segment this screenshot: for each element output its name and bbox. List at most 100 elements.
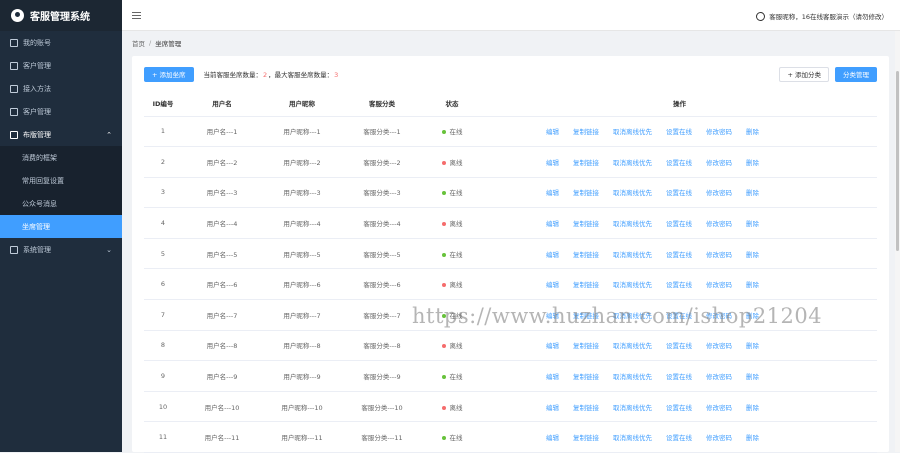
edit-link[interactable]: 编辑 (546, 128, 559, 136)
edit-link[interactable]: 编辑 (546, 220, 559, 228)
cancel-offline-priority-link[interactable]: 取消离线优先 (613, 159, 652, 167)
scrollbar-thumb[interactable] (896, 71, 899, 251)
sidebar-subitem-official-account[interactable]: 公众号消息 (0, 192, 122, 215)
sidebar-item-account[interactable]: 我的账号 (0, 31, 122, 54)
copy-link[interactable]: 复制链接 (573, 128, 599, 136)
cancel-offline-priority-link[interactable]: 取消离线优先 (613, 404, 652, 412)
cell-nickname: 用户昵称---11 (262, 421, 342, 453)
set-online-link[interactable]: 设置在线 (666, 281, 692, 289)
copy-link[interactable]: 复制链接 (573, 159, 599, 167)
cancel-offline-priority-link[interactable]: 取消离线优先 (613, 342, 652, 350)
sidebar-subitem-agent-management[interactable]: 坐席管理 (0, 215, 122, 238)
sidebar-item-customers[interactable]: 客户管理 (0, 54, 122, 77)
delete-link[interactable]: 删除 (746, 312, 759, 320)
account-icon (10, 38, 18, 47)
delete-link[interactable]: 删除 (746, 159, 759, 167)
change-password-link[interactable]: 修改密码 (706, 312, 732, 320)
sidebar-group-agent-management[interactable]: 布版管理 ⌃ (0, 123, 122, 146)
copy-link[interactable]: 复制链接 (573, 220, 599, 228)
copy-link[interactable]: 复制链接 (573, 251, 599, 259)
user-menu[interactable]: 客服昵称，16在线客服演示（请勿修改） (756, 11, 888, 21)
cell-id: 9 (144, 360, 182, 392)
add-category-button[interactable]: + 添加分类 (779, 66, 829, 82)
delete-link[interactable]: 删除 (746, 251, 759, 259)
category-manage-button[interactable]: 分类管理 (835, 66, 877, 82)
header-status: 状态 (422, 90, 482, 117)
change-password-link[interactable]: 修改密码 (706, 251, 732, 259)
edit-link[interactable]: 编辑 (546, 189, 559, 197)
cancel-offline-priority-link[interactable]: 取消离线优先 (613, 434, 652, 442)
delete-link[interactable]: 删除 (746, 342, 759, 350)
change-password-link[interactable]: 修改密码 (706, 159, 732, 167)
cell-username: 用户名---3 (182, 177, 262, 209)
change-password-link[interactable]: 修改密码 (706, 189, 732, 197)
edit-link[interactable]: 编辑 (546, 434, 559, 442)
set-online-link[interactable]: 设置在线 (666, 128, 692, 136)
copy-link[interactable]: 复制链接 (573, 312, 599, 320)
copy-link[interactable]: 复制链接 (573, 404, 599, 412)
sidebar-subitem-framework[interactable]: 消费的框架 (0, 146, 122, 169)
copy-link[interactable]: 复制链接 (573, 342, 599, 350)
page-scrollbar[interactable] (895, 31, 900, 452)
cancel-offline-priority-link[interactable]: 取消离线优先 (613, 251, 652, 259)
delete-link[interactable]: 删除 (746, 128, 759, 136)
delete-link[interactable]: 删除 (746, 281, 759, 289)
delete-link[interactable]: 删除 (746, 220, 759, 228)
delete-link[interactable]: 删除 (746, 434, 759, 442)
cancel-offline-priority-link[interactable]: 取消离线优先 (613, 373, 652, 381)
table-row: 7 用户名---7 用户昵称---7 客服分类---7 在线 编辑 复制链接 取消离线优先 设置… (144, 299, 877, 331)
set-online-link[interactable]: 设置在线 (666, 404, 692, 412)
cancel-offline-priority-link[interactable]: 取消离线优先 (613, 128, 652, 136)
main-card: + 添加坐席 当前客服坐席数量：2，最大客服坐席数量：3 + 添加分类 分类管理… (132, 56, 889, 453)
cell-category: 客服分类---4 (342, 207, 422, 239)
set-online-link[interactable]: 设置在线 (666, 189, 692, 197)
change-password-link[interactable]: 修改密码 (706, 434, 732, 442)
cell-actions: 编辑 复制链接 取消离线优先 设置在线 修改密码 删除 (482, 421, 877, 453)
sidebar-subitem-quick-replies[interactable]: 常用回复设置 (0, 169, 122, 192)
breadcrumb-home[interactable]: 首页 (132, 38, 145, 48)
cell-status: 离线 (422, 330, 482, 362)
sidebar-item-customer-admin[interactable]: 客户管理 (0, 100, 122, 123)
cancel-offline-priority-link[interactable]: 取消离线优先 (613, 220, 652, 228)
edit-link[interactable]: 编辑 (546, 312, 559, 320)
set-online-link[interactable]: 设置在线 (666, 342, 692, 350)
menu-toggle-icon[interactable] (132, 11, 141, 19)
edit-link[interactable]: 编辑 (546, 159, 559, 167)
copy-link[interactable]: 复制链接 (573, 373, 599, 381)
set-online-link[interactable]: 设置在线 (666, 220, 692, 228)
edit-link[interactable]: 编辑 (546, 281, 559, 289)
set-online-link[interactable]: 设置在线 (666, 312, 692, 320)
stat-prefix: 当前客服坐席数量： (203, 71, 263, 79)
set-online-link[interactable]: 设置在线 (666, 434, 692, 442)
cancel-offline-priority-link[interactable]: 取消离线优先 (613, 189, 652, 197)
set-online-link[interactable]: 设置在线 (666, 373, 692, 381)
delete-link[interactable]: 删除 (746, 404, 759, 412)
sidebar-item-label: 系统管理 (23, 245, 51, 254)
breadcrumb-current: 坐席管理 (155, 39, 182, 48)
copy-link[interactable]: 复制链接 (573, 281, 599, 289)
cancel-offline-priority-link[interactable]: 取消离线优先 (613, 281, 652, 289)
delete-link[interactable]: 删除 (746, 373, 759, 381)
chevron-down-icon: ⌄ (106, 245, 112, 254)
cell-nickname: 用户昵称---4 (262, 207, 342, 239)
sidebar-item-integration[interactable]: 接入方法 (0, 77, 122, 100)
status-dot-icon (441, 160, 446, 165)
change-password-link[interactable]: 修改密码 (706, 404, 732, 412)
edit-link[interactable]: 编辑 (546, 404, 559, 412)
edit-link[interactable]: 编辑 (546, 342, 559, 350)
sidebar-item-system[interactable]: 系统管理 ⌄ (0, 238, 122, 261)
change-password-link[interactable]: 修改密码 (706, 373, 732, 381)
edit-link[interactable]: 编辑 (546, 373, 559, 381)
change-password-link[interactable]: 修改密码 (706, 342, 732, 350)
change-password-link[interactable]: 修改密码 (706, 220, 732, 228)
change-password-link[interactable]: 修改密码 (706, 128, 732, 136)
copy-link[interactable]: 复制链接 (573, 434, 599, 442)
delete-link[interactable]: 删除 (746, 189, 759, 197)
copy-link[interactable]: 复制链接 (573, 189, 599, 197)
cancel-offline-priority-link[interactable]: 取消离线优先 (613, 312, 652, 320)
set-online-link[interactable]: 设置在线 (666, 251, 692, 259)
add-agent-button[interactable]: + 添加坐席 (144, 66, 194, 82)
set-online-link[interactable]: 设置在线 (666, 159, 692, 167)
edit-link[interactable]: 编辑 (546, 251, 559, 259)
change-password-link[interactable]: 修改密码 (706, 281, 732, 289)
